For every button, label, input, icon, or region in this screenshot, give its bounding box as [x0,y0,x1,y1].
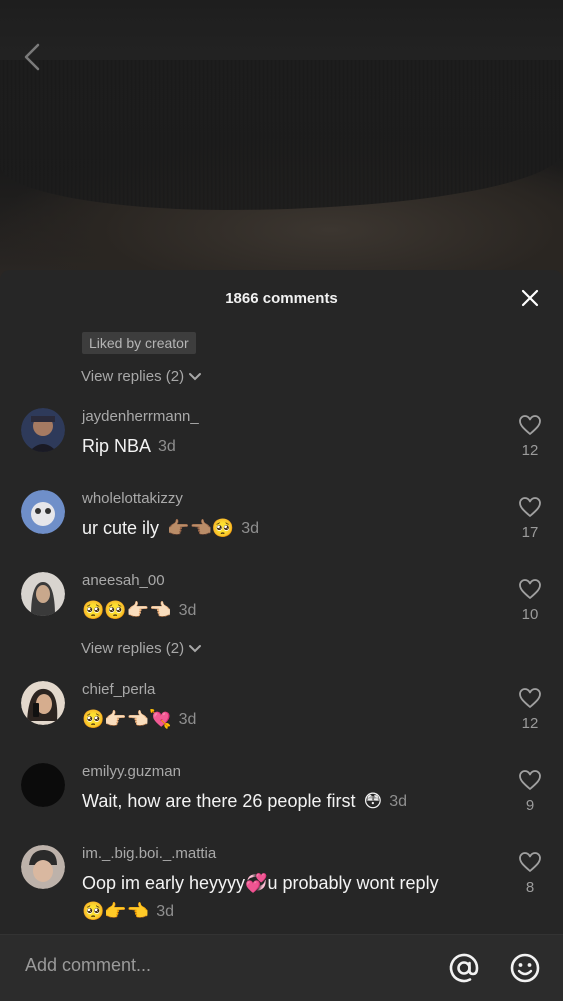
heart-icon[interactable] [518,496,542,518]
comments-header: 1866 comments [0,270,563,326]
comment-item: im._.big.boi._.mattia Oop im early heyyy… [0,845,563,935]
comment-time: 3d [389,792,408,810]
comment-item: emilyy.guzman Wait, how are there 26 peo… [0,763,563,843]
view-replies-label: View replies (2) [81,640,185,657]
comment-text: Wait, how are there 26 people first 😳 3d [82,791,407,812]
comment-username[interactable]: emilyy.guzman [82,763,181,780]
comment-username[interactable]: jaydenherrmann_ [82,408,199,425]
comment-username[interactable]: chief_perla [82,681,155,698]
view-replies-label: View replies (2) [81,368,185,385]
comment-body: Oop im early heyyyy💞u probably wont repl… [82,873,439,893]
chevron-down-icon [189,372,202,380]
chevron-down-icon [189,644,202,652]
comment-emoji: 🥺👉👈 [82,901,150,921]
comment-emoji: 🥺👉🏻👈🏻💘 [82,709,172,729]
avatar[interactable] [21,681,65,725]
comment-text: 🥺👉🏻👈🏻💘 3d [82,709,196,730]
comment-input-bar: Add comment... [0,934,563,1001]
comment-text: Rip NBA 3d [82,436,176,457]
heart-icon[interactable] [518,414,542,436]
liked-by-creator-badge: Liked by creator [82,332,196,354]
avatar[interactable] [21,572,65,616]
comment-time: 3d [178,710,197,728]
avatar[interactable] [21,408,65,452]
comments-sheet: 1866 comments Liked by creator View repl… [0,270,563,1000]
heart-icon[interactable] [518,851,542,873]
close-icon[interactable] [519,287,541,309]
comment-body: Wait, how are there 26 people first [82,791,356,811]
comment-emoji: 😳 [363,791,383,811]
like-group: 12 [517,687,543,732]
heart-icon[interactable] [518,769,542,791]
comment-text: 🥺🥺👉🏻👈🏻 3d [82,600,196,621]
like-group: 9 [517,769,543,814]
like-count: 8 [525,879,535,896]
comment-text: ur cute ily 👉🏽👈🏽🥺 3d [82,518,259,539]
like-group: 10 [517,578,543,623]
like-count: 17 [521,524,539,541]
avatar[interactable] [21,845,65,889]
view-replies-button[interactable]: View replies (2) [81,368,202,385]
heart-icon[interactable] [518,578,542,600]
comment-username[interactable]: aneesah_00 [82,572,165,589]
like-group: 17 [517,496,543,541]
like-count: 12 [521,715,539,732]
video-frame-detail [0,60,563,210]
add-comment-input[interactable]: Add comment... [25,955,151,976]
view-replies-button[interactable]: View replies (2) [81,640,202,657]
at-mention-icon[interactable] [448,952,480,984]
comment-username[interactable]: wholelottakizzy [82,490,183,507]
comment-time: 3d [158,437,176,455]
comment-time: 3d [241,519,260,537]
comment-time: 3d [178,601,197,619]
avatar[interactable] [21,490,65,534]
comment-time: 3d [156,902,175,920]
like-group: 8 [517,851,543,896]
like-count: 10 [521,606,539,623]
comment-username[interactable]: im._.big.boi._.mattia [82,845,216,862]
comment-item: wholelottakizzy ur cute ily 👉🏽👈🏽🥺 3d 17 [0,490,563,570]
comment-emoji: 🥺🥺👉🏻👈🏻 [82,600,172,620]
comment-text: Oop im early heyyyy💞u probably wont repl… [82,873,439,894]
comment-emoji: 👉🏽👈🏽🥺 [167,518,235,538]
comment-item: chief_perla 🥺👉🏻👈🏻💘 3d 12 [0,681,563,761]
avatar[interactable] [21,763,65,807]
smiley-emoji-icon[interactable] [509,952,541,984]
heart-icon[interactable] [518,687,542,709]
like-group: 12 [517,414,543,459]
comment-text-line2: 🥺👉👈 3d [82,901,174,922]
like-count: 12 [521,442,539,459]
comments-count-title: 1866 comments [225,289,338,307]
back-chevron-icon[interactable] [20,42,44,72]
comment-body: ur cute ily [82,518,160,538]
comment-body: Rip NBA [82,436,152,456]
comment-item: jaydenherrmann_ Rip NBA 3d 12 [0,408,563,488]
like-count: 9 [525,797,535,814]
